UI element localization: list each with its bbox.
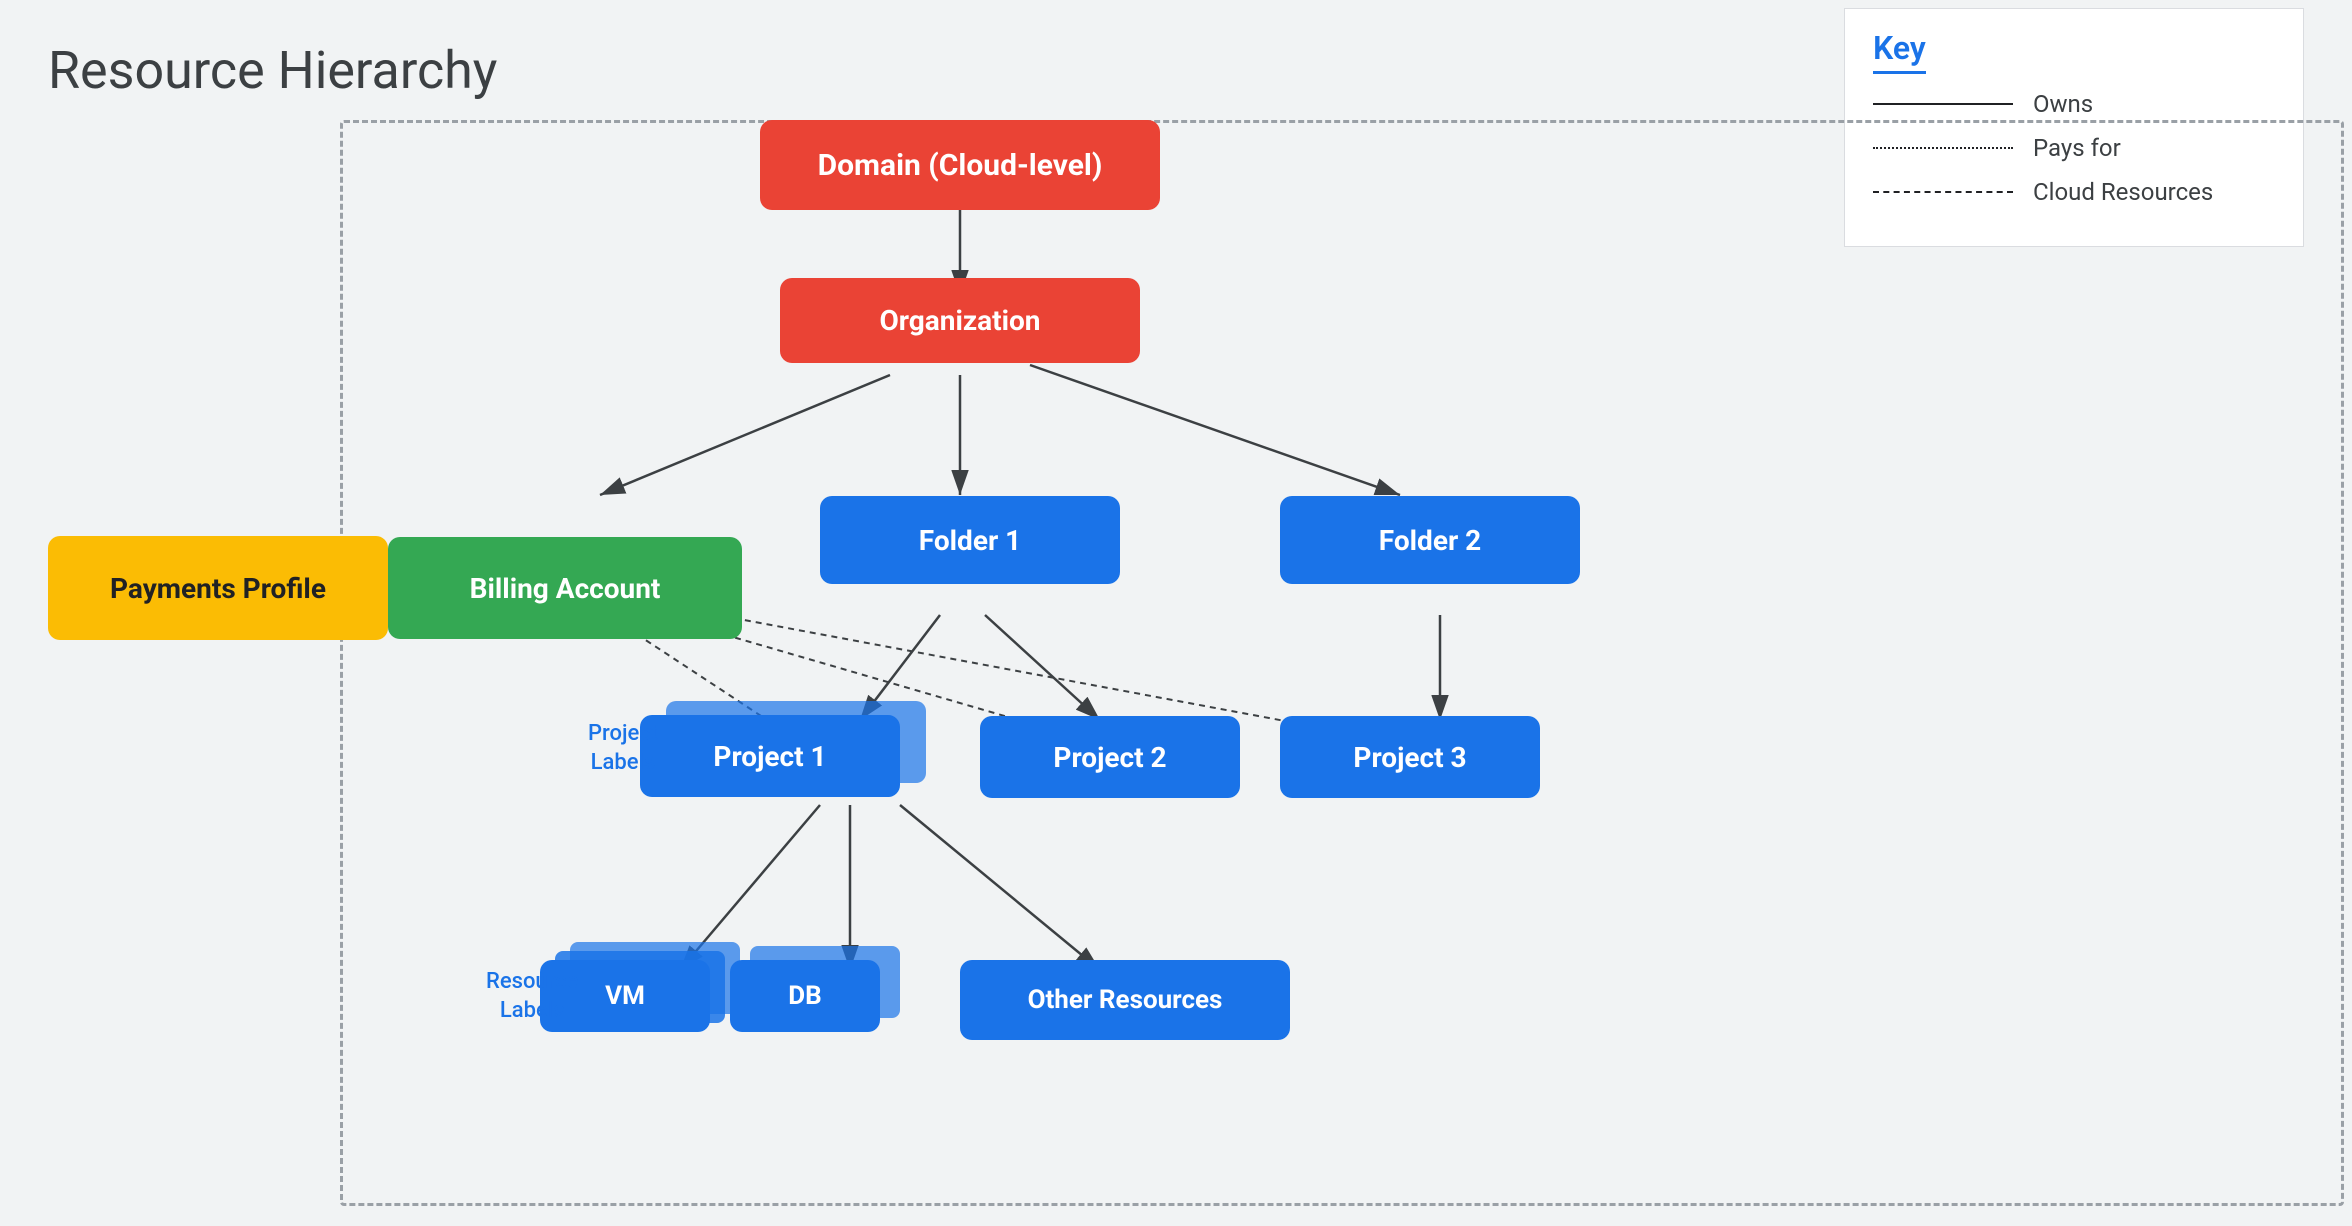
label-project-labels: ProjectLabels xyxy=(588,720,658,777)
key-label-owns: Owns xyxy=(2033,90,2093,118)
node-organization: Organization xyxy=(780,278,1140,363)
node-project2: Project 2 xyxy=(980,716,1240,798)
label-resource-labels: ResourceLabels xyxy=(486,968,579,1025)
node-db: DB xyxy=(730,960,880,1032)
node-folder2: Folder 2 xyxy=(1280,496,1580,584)
stack-db: DB xyxy=(730,960,880,1032)
node-billing-account: Billing Account xyxy=(388,537,742,639)
page-title: Resource Hierarchy xyxy=(48,40,497,101)
dashed-border-rect xyxy=(340,120,2344,1206)
key-title: Key xyxy=(1873,29,1926,74)
node-payments-profile: Payments Profile xyxy=(48,536,388,640)
node-other-resources: Other Resources xyxy=(960,960,1290,1040)
node-folder1: Folder 1 xyxy=(820,496,1120,584)
stack-project1: Project 1 xyxy=(640,715,900,797)
node-project1: Project 1 xyxy=(640,715,900,797)
node-domain: Domain (Cloud-level) xyxy=(760,120,1160,210)
key-item-owns: Owns xyxy=(1873,90,2275,118)
node-project3: Project 3 xyxy=(1280,716,1540,798)
key-line-solid xyxy=(1873,103,2013,105)
